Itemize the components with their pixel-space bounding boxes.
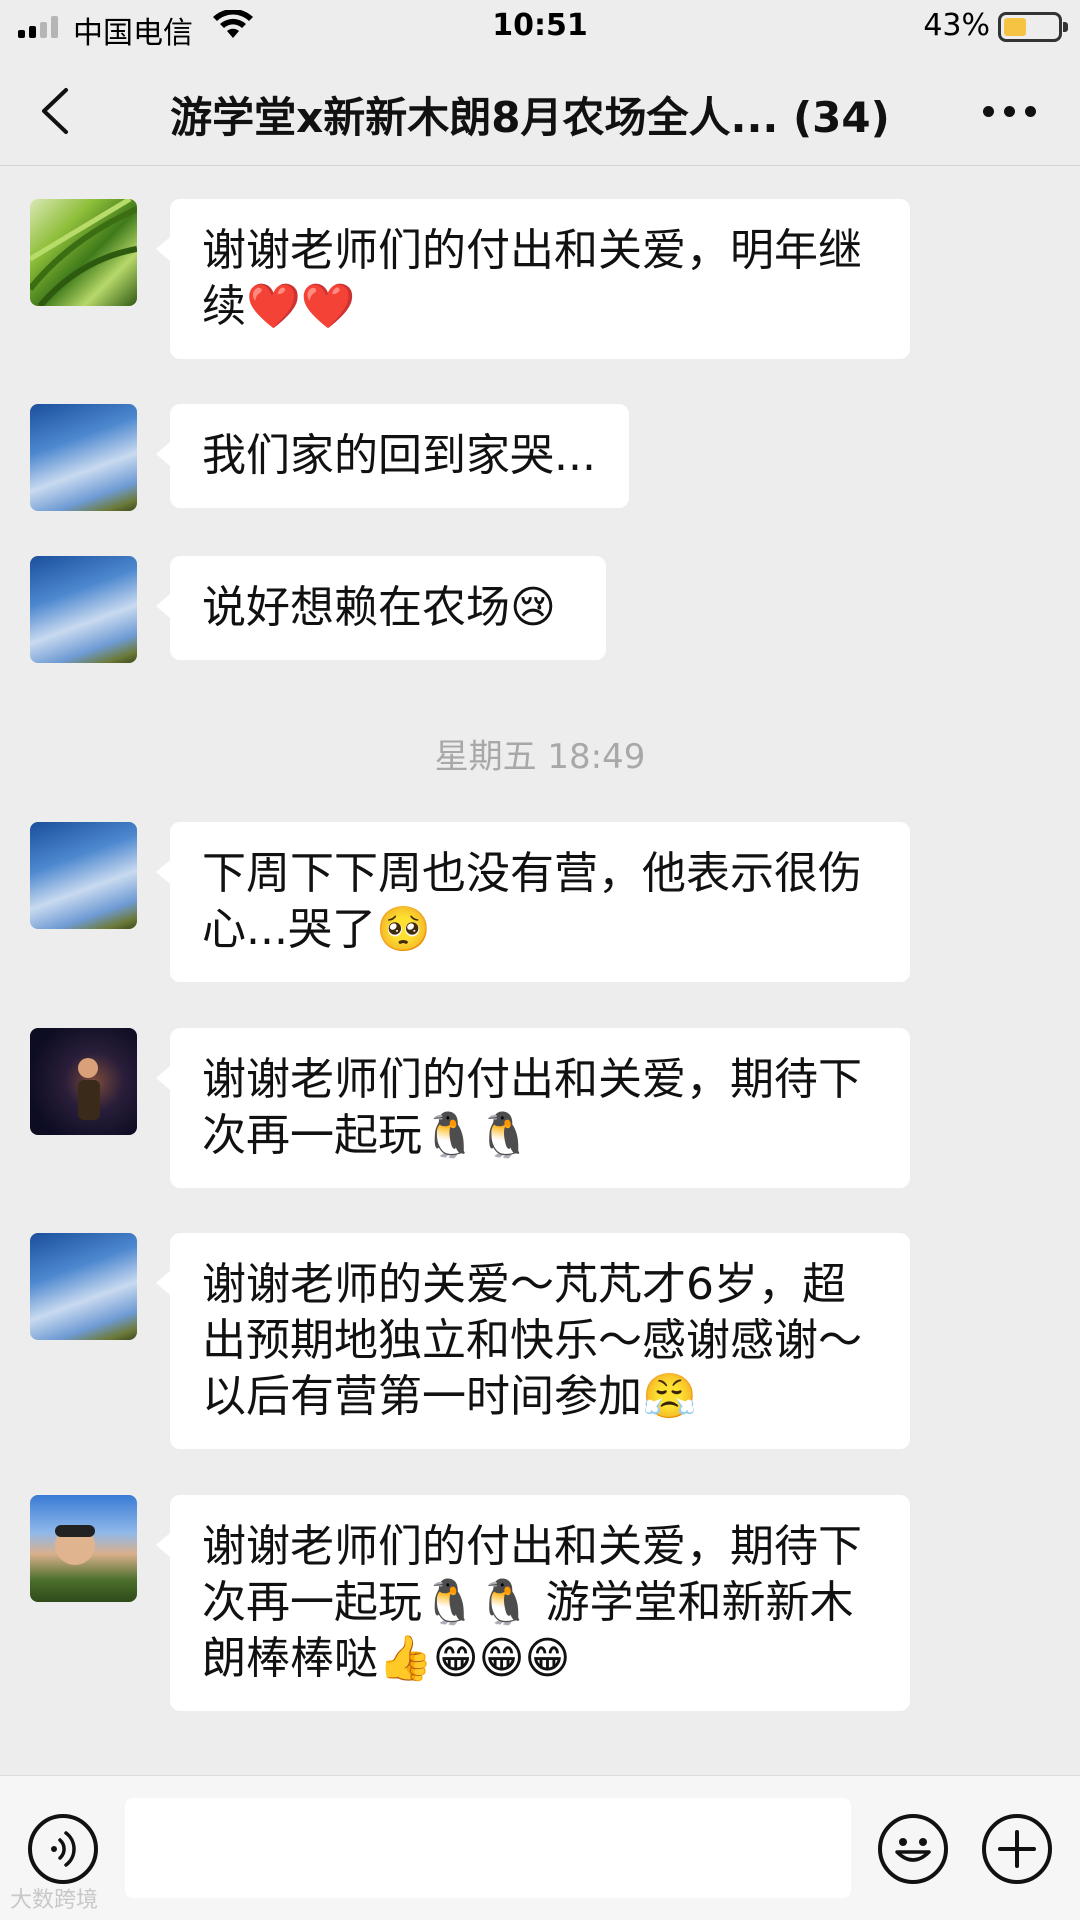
avatar[interactable] bbox=[30, 199, 137, 306]
voice-icon[interactable] bbox=[28, 1814, 98, 1884]
more-dots-icon[interactable] bbox=[983, 106, 1036, 117]
battery-fill bbox=[1004, 18, 1027, 36]
clock: 10:51 bbox=[492, 8, 588, 43]
message-list[interactable]: 谢谢老师们的付出和关爱，明年继续❤️❤️ 我们家的回到家哭... 说好想赖在农场… bbox=[0, 167, 1080, 1775]
watermark: 大数跨境 bbox=[10, 1888, 99, 1913]
battery-icon bbox=[998, 12, 1068, 42]
message-bubble[interactable]: 说好想赖在农场😢 bbox=[156, 556, 606, 660]
avatar[interactable] bbox=[30, 1495, 137, 1602]
message-bubble[interactable]: 谢谢老师们的付出和关爱，期待下次再一起玩🐧🐧 bbox=[156, 1028, 910, 1188]
message-input[interactable] bbox=[125, 1798, 851, 1898]
plus-icon[interactable] bbox=[982, 1814, 1052, 1884]
avatar[interactable] bbox=[30, 556, 137, 663]
avatar[interactable] bbox=[30, 1233, 137, 1340]
message-bubble[interactable]: 谢谢老师们的付出和关爱，明年继续❤️❤️ bbox=[156, 199, 910, 359]
avatar[interactable] bbox=[30, 822, 137, 929]
message-bubble[interactable]: 下周下下周也没有营，他表示很伤心...哭了🥺 bbox=[156, 822, 910, 982]
avatar[interactable] bbox=[30, 404, 137, 511]
chat-header: 游学堂x新新木朗8月农场全人... (34) bbox=[0, 56, 1080, 166]
message-bubble[interactable]: 谢谢老师的关爱～芃芃才6岁，超出预期地独立和快乐～感谢感谢～以后有营第一时间参加… bbox=[156, 1233, 910, 1449]
message-bubble[interactable]: 谢谢老师们的付出和关爱，期待下次再一起玩🐧🐧 游学堂和新新木朗棒棒哒👍😁😁😁 bbox=[156, 1495, 910, 1711]
battery-percent: 43% bbox=[923, 8, 990, 43]
emoji-icon[interactable] bbox=[878, 1814, 948, 1884]
message-bubble[interactable]: 我们家的回到家哭... bbox=[156, 404, 629, 508]
status-bar: 中国电信 10:51 43% bbox=[0, 0, 1080, 56]
chevron-left-icon[interactable] bbox=[36, 86, 76, 136]
input-bar: 大数跨境 bbox=[0, 1775, 1080, 1920]
chat-title[interactable]: 游学堂x新新木朗8月农场全人... (34) bbox=[130, 84, 930, 145]
timestamp: 星期五 18:49 bbox=[434, 737, 646, 777]
avatar[interactable] bbox=[30, 1028, 137, 1135]
